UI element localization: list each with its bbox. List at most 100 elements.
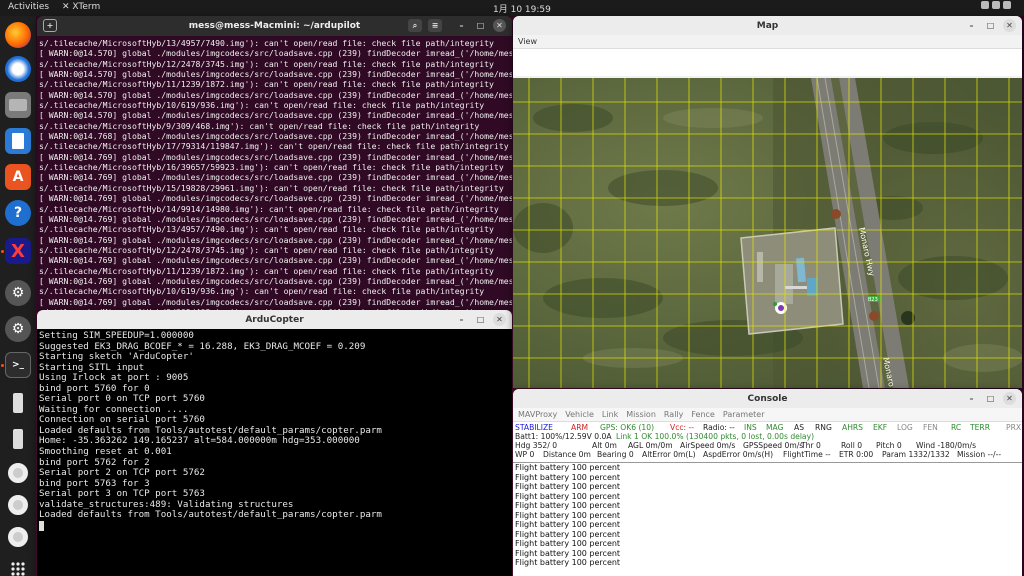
running-indicator — [1, 250, 4, 253]
status-indicator: ARM — [571, 423, 589, 432]
maximize-button[interactable]: □ — [984, 392, 997, 405]
console-message: Flight battery 100 percent — [515, 491, 621, 501]
telemetry-value: Distance 0m — [543, 450, 591, 459]
minimize-button[interactable]: – — [455, 19, 468, 32]
app-menu[interactable]: ✕ XTerm — [62, 2, 100, 12]
close-button[interactable]: ✕ — [493, 313, 506, 326]
telemetry-value: FlightTime -- — [783, 450, 831, 459]
battery-status: Batt1: 100%/12.59V 0.0A — [515, 432, 612, 441]
status-indicator: Radio: -- — [703, 423, 735, 432]
view-menu[interactable]: View — [518, 37, 537, 46]
maximize-button[interactable]: □ — [984, 19, 997, 32]
map-title: Map — [756, 20, 779, 31]
terminal-window[interactable]: + mess@mess-Macmini: ~/ardupilot ⌕ ≡ – □… — [37, 16, 512, 310]
menu-vehicle[interactable]: Vehicle — [565, 410, 594, 419]
search-icon[interactable]: ⌕ — [408, 19, 422, 32]
console-message: Flight battery 100 percent — [515, 558, 621, 567]
map-canvas[interactable]: Monaro Hwy Monaro Hwy B23 — [513, 78, 1022, 388]
new-tab-icon[interactable]: + — [43, 19, 57, 32]
console-message: Flight battery 100 percent — [515, 548, 621, 558]
telemetry-value: Wind -180/0m/s — [916, 441, 977, 450]
activities-button[interactable]: Activities — [8, 2, 49, 12]
show-apps-icon[interactable] — [5, 556, 31, 576]
hamburger-menu-icon[interactable]: ≡ — [428, 19, 442, 32]
terminal-line: [ WARN:0@14.768] global ./modules/imgcod… — [39, 131, 512, 142]
menu-fence[interactable]: Fence — [691, 410, 714, 419]
close-button[interactable]: ✕ — [1003, 19, 1016, 32]
clock[interactable]: 1月 10 19:59 — [493, 2, 551, 15]
terminal-titlebar[interactable]: + mess@mess-Macmini: ~/ardupilot ⌕ ≡ – □… — [37, 16, 512, 36]
console-window[interactable]: Console – □ ✕ MAVProxy Vehicle Link Miss… — [513, 389, 1022, 576]
route-shield-icon — [869, 311, 879, 321]
files-icon[interactable] — [5, 92, 31, 118]
status-indicator: TERR — [970, 423, 990, 432]
usb-drive-icon[interactable] — [5, 426, 31, 452]
help-icon[interactable]: ? — [5, 200, 31, 226]
console-message: Flight battery 100 percent — [515, 520, 621, 529]
terminal-icon[interactable]: >_ — [5, 352, 31, 378]
console-messages[interactable]: Flight battery 100 percent Flight battery… — [513, 462, 1022, 576]
telemetry-value: GPSSpeed 0m/s — [743, 441, 804, 450]
close-button[interactable]: ✕ — [493, 19, 506, 32]
xterm-icon[interactable]: X — [5, 238, 31, 264]
console-titlebar[interactable]: Console – □ ✕ — [513, 389, 1022, 408]
maximize-button[interactable]: □ — [474, 313, 487, 326]
status-indicator: RC — [951, 423, 962, 432]
menu-mavproxy[interactable]: MAVProxy — [518, 410, 557, 419]
telemetry-value: ETR 0:00 — [839, 450, 874, 459]
telemetry-value: Hdg 352/ 0 — [515, 441, 558, 450]
terminal-line: s/.tilecache/MicrosoftHyb/10/619/936.img… — [39, 286, 485, 297]
firefox-icon[interactable] — [5, 22, 31, 48]
terminal-line: s/.tilecache/MicrosoftHyb/10/619/936.img… — [39, 100, 485, 111]
minimize-button[interactable]: – — [455, 313, 468, 326]
arducopter-line: Smoothing reset at 0.001 — [39, 446, 172, 458]
terminal-line: [ WARN:0@14.769] global ./modules/imgcod… — [39, 151, 512, 162]
menu-rally[interactable]: Rally — [664, 410, 683, 419]
telemetry-value: Param 1332/1332 — [882, 450, 950, 459]
satellite-map[interactable]: Monaro Hwy Monaro Hwy B23 — [513, 78, 1022, 388]
arducopter-titlebar[interactable]: ArduCopter – □ ✕ — [37, 310, 512, 329]
status-indicator: LOG — [897, 423, 913, 432]
terminal-line: [ WARN:0@14.769] global ./modules/imgcod… — [39, 234, 512, 245]
menu-link[interactable]: Link — [602, 410, 618, 419]
terminal-line: s/.tilecache/MicrosoftHyb/17/79314/11984… — [39, 141, 509, 152]
top-bar: Activities ✕ XTerm 1月 10 19:59 — [0, 0, 1024, 16]
network-icon — [981, 1, 989, 9]
settings-icon[interactable]: ⚙ — [5, 316, 31, 342]
minimize-button[interactable]: – — [965, 19, 978, 32]
power-icon — [1003, 1, 1011, 9]
console-message: Flight battery 100 percent — [515, 482, 621, 491]
map-window[interactable]: Map – □ ✕ View Monaro Hwy Monaro Hwy B23 — [513, 16, 1022, 388]
telemetry-value: Mission --/-- — [957, 450, 1002, 459]
app-menu-label: XTerm — [72, 2, 101, 12]
usb-drive-icon[interactable] — [5, 390, 31, 416]
terminal-line: [ WARN:0@14.570] global ./modules/imgcod… — [39, 89, 512, 100]
menu-mission[interactable]: Mission — [626, 410, 656, 419]
terminal-output[interactable]: s/.tilecache/MicrosoftHyb/13/4957/7490.i… — [37, 36, 512, 310]
disc-icon[interactable] — [5, 492, 31, 518]
system-tray[interactable] — [978, 1, 1018, 15]
thunderbird-icon[interactable] — [5, 56, 31, 82]
status-indicator: RNG — [815, 423, 832, 432]
map-titlebar[interactable]: Map – □ ✕ — [513, 16, 1022, 35]
arducopter-window[interactable]: ArduCopter – □ ✕ Setting SIM_SPEEDUP=1.0… — [37, 310, 512, 576]
volume-icon — [992, 1, 1000, 9]
minimize-button[interactable]: – — [965, 392, 978, 405]
telemetry-value: Pitch 0 — [876, 441, 902, 450]
terminal-line: s/.tilecache/MicrosoftHyb/12/2478/3745.i… — [39, 244, 494, 255]
close-button[interactable]: ✕ — [1003, 392, 1016, 405]
app-center-icon[interactable]: A — [5, 164, 31, 190]
libreoffice-writer-icon[interactable] — [5, 128, 31, 154]
console-message: Flight battery 100 percent — [515, 510, 621, 520]
telemetry-value: AspdError 0m/s(H) — [703, 450, 774, 459]
menu-parameter[interactable]: Parameter — [723, 410, 765, 419]
disc-icon[interactable] — [5, 524, 31, 550]
maximize-button[interactable]: □ — [474, 19, 487, 32]
status-indicator: INS — [744, 423, 757, 432]
terminal-line: s/.tilecache/MicrosoftHyb/11/1239/1872.i… — [39, 79, 494, 90]
settings-icon[interactable]: ⚙ — [5, 280, 31, 306]
arducopter-output[interactable]: Setting SIM_SPEEDUP=1.000000 Suggested EK… — [37, 329, 512, 536]
arducopter-line: Setting SIM_SPEEDUP=1.000000 — [39, 330, 194, 341]
terminal-line: [ WARN:0@14.570] global ./modules/imgcod… — [39, 48, 512, 59]
disc-icon[interactable] — [5, 460, 31, 486]
